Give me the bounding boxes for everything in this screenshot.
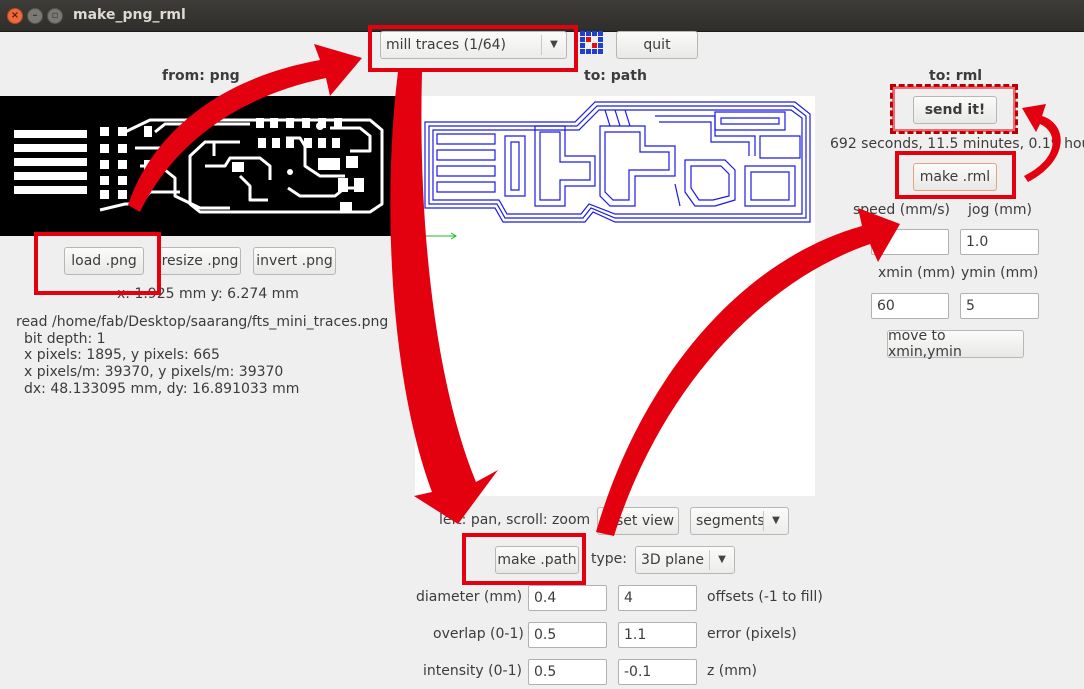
annotation-arrows-overlay: [128, 44, 1061, 536]
arrow-load-to-mode-icon: [128, 44, 362, 212]
arrow-mode-to-makepath-icon: [390, 72, 498, 524]
arrow-makepath-to-makerml-icon: [596, 208, 900, 536]
arrow-makerml-to-sendit-icon: [1022, 104, 1061, 182]
